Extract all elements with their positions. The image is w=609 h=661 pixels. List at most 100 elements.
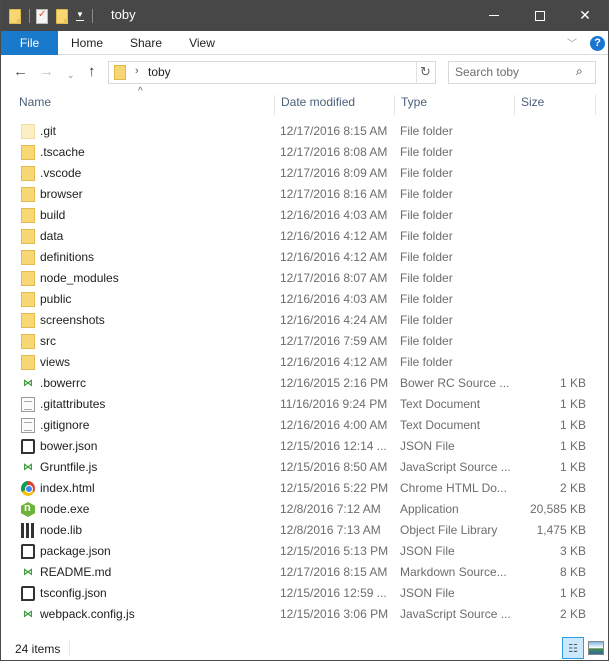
file-row[interactable]: public 12/16/2016 4:03 AM File folder — [1, 289, 608, 310]
maximize-button[interactable] — [517, 0, 563, 31]
file-date-modified: 12/15/2016 5:22 PM — [280, 481, 389, 495]
file-row[interactable]: node.exe 12/8/2016 7:12 AM Application 20,5… — [1, 499, 608, 520]
folder-icon — [21, 313, 35, 328]
file-type: File folder — [400, 229, 453, 243]
large-icons-view-button[interactable] — [588, 641, 604, 655]
customize-toolbar-chevron-icon[interactable]: ▼ — [76, 11, 84, 21]
file-name: public — [40, 292, 72, 306]
file-size: 20,585 KB — [529, 502, 586, 516]
refresh-icon[interactable]: ↻ — [420, 64, 431, 80]
file-row[interactable]: ⋈ .bowerrc 12/16/2015 2:16 PM Bower RC Sour… — [1, 373, 608, 394]
file-type: Object File Library — [400, 523, 498, 537]
file-row[interactable]: .tscache 12/17/2016 8:08 AM File folder — [1, 142, 608, 163]
file-name: .git — [40, 124, 57, 138]
file-row[interactable]: views 12/16/2016 4:12 AM File folder — [1, 352, 608, 373]
file-row[interactable]: .vscode 12/17/2016 8:09 AM File folder — [1, 163, 608, 184]
tab-file[interactable]: File — [1, 31, 58, 55]
library-icon — [21, 523, 35, 538]
close-icon: ✕ — [579, 7, 591, 23]
file-row[interactable]: data 12/16/2016 4:12 AM File folder — [1, 226, 608, 247]
file-size: 1 KB — [559, 418, 586, 432]
address-bar[interactable]: › toby ↻ — [108, 61, 436, 84]
file-type: JSON File — [400, 586, 455, 600]
file-row[interactable]: .gitignore 12/16/2016 4:00 AM Text Documen… — [1, 415, 608, 436]
expand-ribbon-chevron-icon[interactable]: ﹀ — [567, 35, 577, 50]
file-date-modified: 12/8/2016 7:13 AM — [280, 523, 381, 537]
file-row[interactable]: build 12/16/2016 4:03 AM File folder — [1, 205, 608, 226]
file-name: .gitignore — [40, 418, 90, 432]
column-header-date-modified[interactable]: Date modified — [274, 95, 394, 115]
file-row[interactable]: src 12/17/2016 7:59 AM File folder — [1, 331, 608, 352]
file-row[interactable]: node.lib 12/8/2016 7:13 AM Object File Lib… — [1, 520, 608, 541]
tab-view[interactable]: View — [189, 31, 215, 55]
chrome-icon — [21, 481, 35, 496]
column-header-type[interactable]: Type — [394, 95, 514, 115]
details-view-button[interactable]: ☷ — [562, 637, 584, 659]
file-type: Chrome HTML Do... — [400, 481, 507, 495]
file-type: Application — [400, 502, 459, 516]
file-size: 8 KB — [559, 565, 586, 579]
file-date-modified: 12/17/2016 8:08 AM — [280, 145, 388, 159]
file-type: File folder — [400, 250, 453, 264]
properties-icon[interactable] — [36, 8, 48, 24]
new-folder-icon[interactable] — [56, 8, 68, 24]
breadcrumb-current-folder[interactable]: toby — [148, 65, 171, 79]
file-row[interactable]: .gitattributes 11/16/2016 9:24 PM Text Doc… — [1, 394, 608, 415]
item-count: 24 items — [15, 642, 61, 656]
json-file-icon — [21, 439, 35, 454]
file-row[interactable]: ⋈ Gruntfile.js 12/15/2016 8:50 AM JavaScrip… — [1, 457, 608, 478]
tab-home[interactable]: Home — [71, 31, 103, 55]
file-name: .gitattributes — [40, 397, 106, 411]
ribbon-tabs: File Home Share View ﹀ ? — [1, 31, 608, 55]
breadcrumb-chevron-icon[interactable]: › — [135, 65, 139, 77]
folder-icon — [21, 292, 35, 307]
file-row[interactable]: browser 12/17/2016 8:16 AM File folder — [1, 184, 608, 205]
file-row[interactable]: ⋈ README.md 12/17/2016 8:15 AM Markdown Sou… — [1, 562, 608, 583]
folder-icon — [21, 166, 35, 181]
status-divider — [69, 641, 70, 655]
file-row[interactable]: .git 12/17/2016 8:15 AM File folder — [1, 121, 608, 142]
file-row[interactable]: screenshots 12/16/2016 4:24 AM File folder — [1, 310, 608, 331]
file-date-modified: 12/17/2016 8:09 AM — [280, 166, 388, 180]
minimize-icon — [489, 15, 499, 16]
column-header-name[interactable]: Name — [13, 95, 273, 115]
file-name: README.md — [40, 565, 112, 579]
file-name: webpack.config.js — [40, 607, 135, 621]
up-arrow-icon[interactable]: ↑ — [88, 64, 96, 80]
file-name: node_modules — [40, 271, 119, 285]
file-row[interactable]: ⋈ webpack.config.js 12/15/2016 3:06 PM Java… — [1, 604, 608, 625]
file-row[interactable]: package.json 12/15/2016 5:13 PM JSON File 3… — [1, 541, 608, 562]
file-row[interactable]: tsconfig.json 12/15/2016 12:59 ... JSON Fi… — [1, 583, 608, 604]
file-row[interactable]: index.html 12/15/2016 5:22 PM Chrome HTML … — [1, 478, 608, 499]
file-name: build — [40, 208, 66, 222]
file-row[interactable]: definitions 12/16/2016 4:12 AM File folder — [1, 247, 608, 268]
file-size: 1 KB — [559, 439, 586, 453]
file-size: 2 KB — [559, 607, 586, 621]
file-date-modified: 12/17/2016 8:16 AM — [280, 187, 388, 201]
file-size: 1 KB — [559, 460, 586, 474]
file-row[interactable]: node_modules 12/17/2016 8:07 AM File folde… — [1, 268, 608, 289]
file-date-modified: 12/17/2016 8:15 AM — [280, 124, 388, 138]
close-button[interactable]: ✕ — [562, 0, 608, 31]
file-type: Bower RC Source ... — [400, 376, 510, 390]
search-box[interactable]: ⌕ — [448, 61, 596, 84]
folder-icon — [21, 271, 35, 286]
file-name: node.exe — [40, 502, 90, 516]
search-input[interactable] — [455, 65, 575, 79]
file-row[interactable]: bower.json 12/15/2016 12:14 ... JSON File 1… — [1, 436, 608, 457]
file-date-modified: 12/16/2016 4:00 AM — [280, 418, 388, 432]
minimize-button[interactable] — [471, 0, 517, 31]
folder-icon — [21, 229, 35, 244]
file-date-modified: 12/15/2016 8:50 AM — [280, 460, 388, 474]
recent-locations-chevron-icon[interactable]: ⌄ — [67, 67, 75, 83]
help-icon[interactable]: ? — [590, 36, 605, 51]
file-name: .tscache — [40, 145, 85, 159]
file-type: File folder — [400, 292, 453, 306]
file-type: Text Document — [400, 418, 481, 432]
column-header-size[interactable]: Size — [514, 95, 596, 115]
forward-arrow-icon[interactable]: → — [39, 64, 54, 80]
tab-share[interactable]: Share — [130, 31, 162, 55]
file-type: JavaScript Source ... — [400, 460, 511, 474]
search-icon[interactable]: ⌕ — [576, 64, 583, 79]
back-arrow-icon[interactable]: ← — [13, 64, 28, 80]
